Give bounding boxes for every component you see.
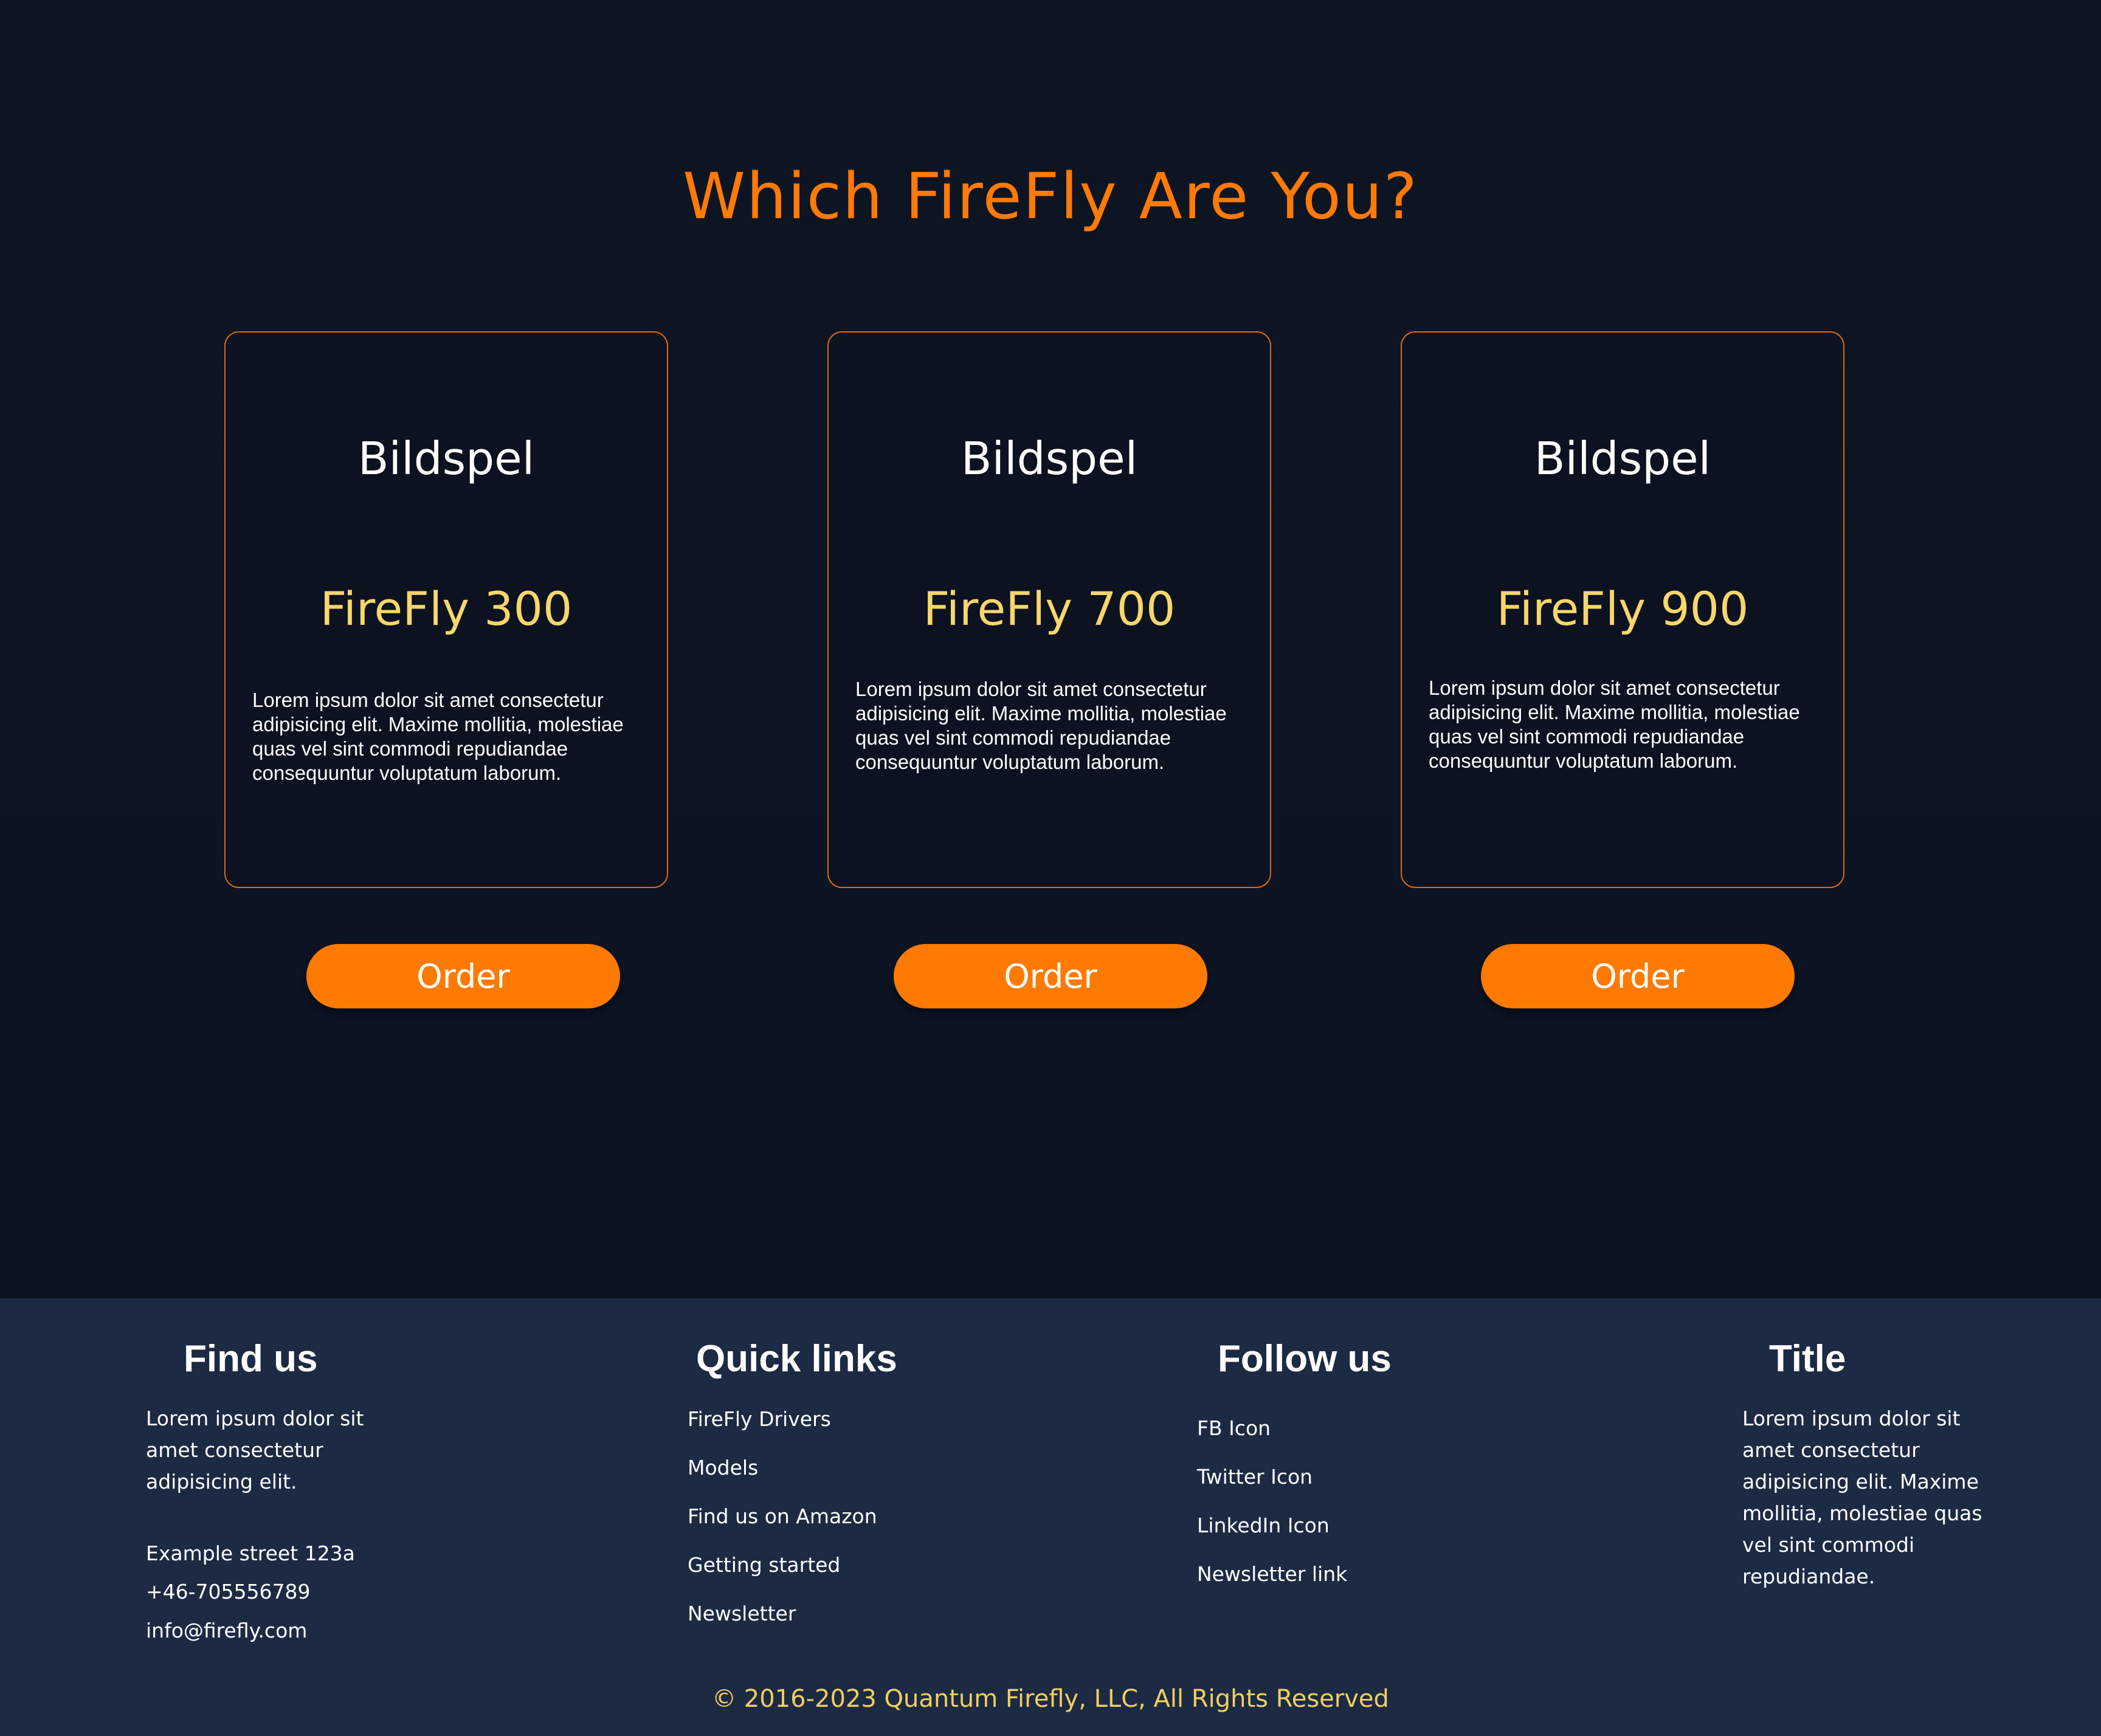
quick-link-getting-started[interactable]: Getting started xyxy=(688,1553,840,1577)
order-button-2[interactable]: Order xyxy=(894,944,1207,1008)
list-item: Newsletter link xyxy=(1197,1562,1347,1611)
list-item: Twitter Icon xyxy=(1197,1465,1347,1514)
follow-us-title: Follow us xyxy=(1218,1338,1392,1380)
find-us-text: Lorem ipsum dolor sit amet consectetur a… xyxy=(146,1407,364,1493)
quick-link-firefly-drivers[interactable]: FireFly Drivers xyxy=(688,1407,831,1431)
twitter-link[interactable]: Twitter Icon xyxy=(1197,1465,1313,1489)
linkedin-link[interactable]: LinkedIn Icon xyxy=(1197,1514,1330,1537)
card-model: FireFly 700 xyxy=(923,582,1176,636)
quick-link-amazon[interactable]: Find us on Amazon xyxy=(688,1504,877,1528)
card-brand: Bildspel xyxy=(961,433,1138,485)
card-model: FireFly 900 xyxy=(1496,582,1749,636)
list-item: FireFly Drivers xyxy=(688,1407,877,1456)
quick-link-newsletter[interactable]: Newsletter xyxy=(688,1602,796,1625)
main-section: Which FireFly Are You? Bildspel FireFly … xyxy=(0,0,2101,1298)
product-card-1: Bildspel FireFly 300 Lorem ipsum dolor s… xyxy=(224,331,668,888)
extra-title: Title xyxy=(1769,1338,1846,1380)
find-us-address: Example street 123a xyxy=(146,1541,355,1565)
list-item: Find us on Amazon xyxy=(688,1504,877,1553)
order-button-1[interactable]: Order xyxy=(306,944,620,1008)
list-item: Newsletter xyxy=(688,1602,877,1650)
find-us-email[interactable]: info@firefly.com xyxy=(146,1615,307,1647)
quick-links-list: FireFly Drivers Models Find us on Amazon… xyxy=(688,1407,877,1650)
extra-text: Lorem ipsum dolor sit amet consectetur a… xyxy=(1742,1407,1982,1588)
card-description: Lorem ipsum dolor sit amet consectetur a… xyxy=(252,689,624,784)
product-card-3: Bildspel FireFly 900 Lorem ipsum dolor s… xyxy=(1401,331,1844,888)
list-item: FB Icon xyxy=(1197,1416,1347,1465)
list-item: Models xyxy=(688,1456,877,1504)
find-us-title: Find us xyxy=(184,1338,318,1380)
order-button-3[interactable]: Order xyxy=(1481,944,1795,1008)
fb-link[interactable]: FB Icon xyxy=(1197,1416,1271,1440)
card-brand: Bildspel xyxy=(1534,433,1711,485)
copyright: © 2016-2023 Quantum Firefly, LLC, All Ri… xyxy=(712,1685,1389,1713)
card-model: FireFly 300 xyxy=(320,582,573,636)
find-us-phone: +46-705556789 xyxy=(146,1580,311,1603)
follow-us-list: FB Icon Twitter Icon LinkedIn Icon Newsl… xyxy=(1197,1416,1347,1611)
quick-links-title: Quick links xyxy=(696,1338,897,1380)
page-title: Which FireFly Are You? xyxy=(683,159,1418,233)
list-item: Getting started xyxy=(688,1553,877,1602)
quick-link-models[interactable]: Models xyxy=(688,1456,758,1479)
newsletter-link[interactable]: Newsletter link xyxy=(1197,1562,1347,1586)
product-card-2: Bildspel FireFly 700 Lorem ipsum dolor s… xyxy=(827,331,1271,888)
list-item: LinkedIn Icon xyxy=(1197,1514,1347,1562)
card-description: Lorem ipsum dolor sit amet consectetur a… xyxy=(855,678,1227,773)
card-brand: Bildspel xyxy=(357,433,535,485)
card-description: Lorem ipsum dolor sit amet consectetur a… xyxy=(1429,677,1800,772)
